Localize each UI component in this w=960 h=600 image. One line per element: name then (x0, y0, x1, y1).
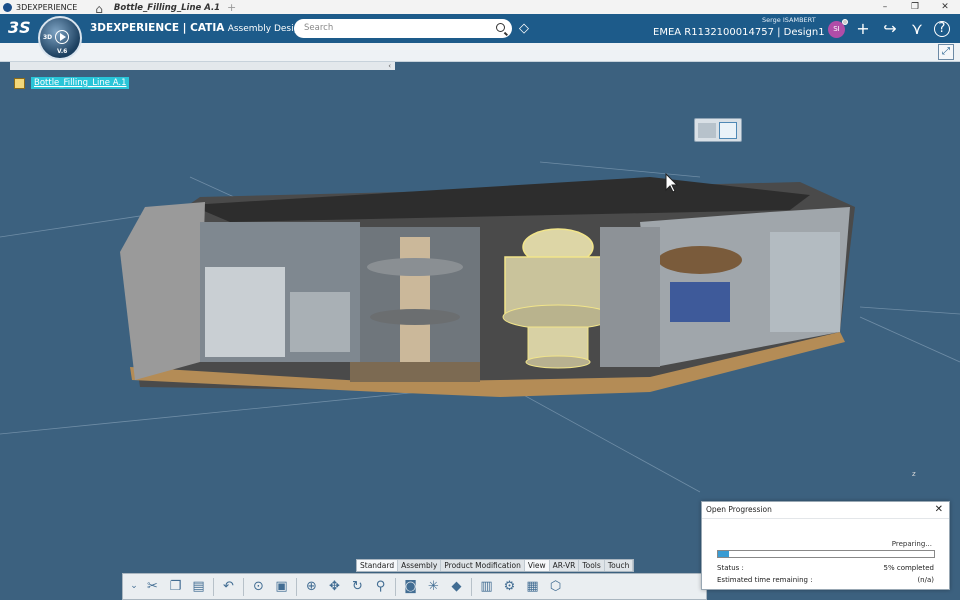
add-icon[interactable]: + (853, 19, 873, 39)
close-icon[interactable]: ✕ (935, 502, 943, 518)
zoom-fit-icon[interactable]: ⊙ (250, 578, 267, 595)
tab-product-modification[interactable]: Product Modification (441, 560, 525, 571)
apps-icon[interactable]: ⋎ (907, 19, 927, 39)
view-mode-icon[interactable]: ✳ (425, 578, 442, 595)
tab-tools[interactable]: Tools (579, 560, 605, 571)
robot-panel[interactable] (694, 118, 742, 142)
database-icon[interactable]: ▥ (478, 578, 495, 595)
zoom-icon[interactable]: ⊕ (303, 578, 320, 595)
tree-root-node[interactable]: Bottle_Filling_Line A.1 (14, 77, 130, 89)
capture-icon[interactable]: ▦ (524, 578, 541, 595)
search-input[interactable]: Search (294, 19, 512, 38)
robot-icon[interactable] (698, 123, 716, 138)
app-title: 3DEXPERIENCE | CATIA Assembly Design (90, 22, 305, 34)
tag-icon[interactable]: ◇ (519, 21, 533, 36)
copy-icon[interactable]: ❐ (167, 578, 184, 595)
tab-assembly[interactable]: Assembly (398, 560, 442, 571)
window-title: 3DEXPERIENCE (16, 2, 78, 12)
dialog-title: Open Progression (706, 505, 772, 514)
home-icon[interactable]: ⌂ (92, 2, 106, 16)
tab-standard[interactable]: Standard (357, 560, 399, 571)
tab-bottle-filling-line[interactable]: Bottle_Filling_Line A.1 (112, 0, 222, 19)
mouse-cursor-icon (665, 172, 679, 197)
rotate-icon[interactable]: ↻ (349, 578, 366, 595)
close-window-button[interactable]: ✕ (930, 0, 960, 14)
action-bar: ⌄ ✂ ❐ ▤ ↶ ⊙ ▣ ⊕ ✥ ↻ ⚲ ◙ ✳ ◆ ▥ ⚙ ▦ ⬡ (122, 573, 707, 600)
add-tab-button[interactable]: + (227, 1, 236, 14)
minimize-button[interactable]: – (870, 0, 900, 14)
undo-icon[interactable]: ↶ (220, 578, 237, 595)
chevron-down-icon[interactable]: ⌄ (130, 578, 138, 595)
axis-label: z (912, 470, 916, 478)
compass-version: V.6 (57, 48, 68, 55)
tab-view[interactable]: View (524, 560, 550, 571)
maximize-button[interactable]: ❐ (900, 0, 930, 14)
tab-bar (0, 43, 960, 62)
edit-icon[interactable] (719, 122, 737, 139)
progress-state: Preparing... (891, 540, 932, 548)
action-bar-tabs: Standard Assembly Product Modification V… (356, 559, 635, 572)
help-icon[interactable]: ? (934, 21, 950, 37)
separator (296, 577, 297, 596)
dialog-header: Open Progression ✕ (702, 502, 949, 519)
fullscreen-icon[interactable]: ⤢ (938, 44, 954, 60)
settings-icon[interactable]: ⚙ (501, 578, 518, 595)
product-icon (14, 77, 25, 89)
search-placeholder: Search (304, 23, 334, 33)
share-icon[interactable]: ↪ (880, 19, 900, 39)
progress-fill (718, 551, 729, 557)
tab-touch[interactable]: Touch (605, 560, 634, 571)
open-progression-dialog: Open Progression ✕ Preparing... Status :… (701, 501, 950, 590)
cube-icon[interactable]: ◆ (448, 578, 465, 595)
status-dot-icon (842, 19, 848, 25)
status-value: 5% completed (883, 564, 934, 572)
hexagon-icon[interactable]: ⬡ (547, 578, 564, 595)
progress-bar (717, 550, 935, 558)
separator (243, 577, 244, 596)
search-icon[interactable] (496, 23, 505, 32)
status-label: Status : (717, 564, 744, 572)
pan-icon[interactable]: ✥ (326, 578, 343, 595)
tree-root-label[interactable]: Bottle_Filling_Line A.1 (31, 77, 130, 89)
eta-label: Estimated time remaining : (717, 576, 813, 584)
separator (471, 577, 472, 596)
play-icon[interactable] (55, 30, 69, 44)
app-logo-icon (3, 2, 12, 12)
separator (213, 577, 214, 596)
user-name: Serge ISAMBERT (762, 16, 816, 24)
tree-collapse-bar[interactable]: ‹ (10, 62, 395, 70)
camera-icon[interactable]: ◙ (402, 578, 419, 595)
paste-icon[interactable]: ▤ (190, 578, 207, 595)
book-icon[interactable]: ▣ (273, 578, 290, 595)
magnifier-icon[interactable]: ⚲ (372, 578, 389, 595)
brand-label: 3DEXPERIENCE | CATIA (90, 22, 225, 34)
separator (395, 577, 396, 596)
compass-3d-label: 3D (43, 34, 53, 41)
dassault-logo-icon: 3S (8, 18, 31, 37)
compass-icon[interactable]: 3D V.6 (38, 16, 82, 60)
eta-value: (n/a) (917, 576, 934, 584)
tab-ar-vr[interactable]: AR-VR (550, 560, 580, 571)
cut-icon[interactable]: ✂ (144, 578, 161, 595)
tenant-selector[interactable]: EMEA R1132100014757 | Design1 ⌄ (653, 27, 836, 38)
